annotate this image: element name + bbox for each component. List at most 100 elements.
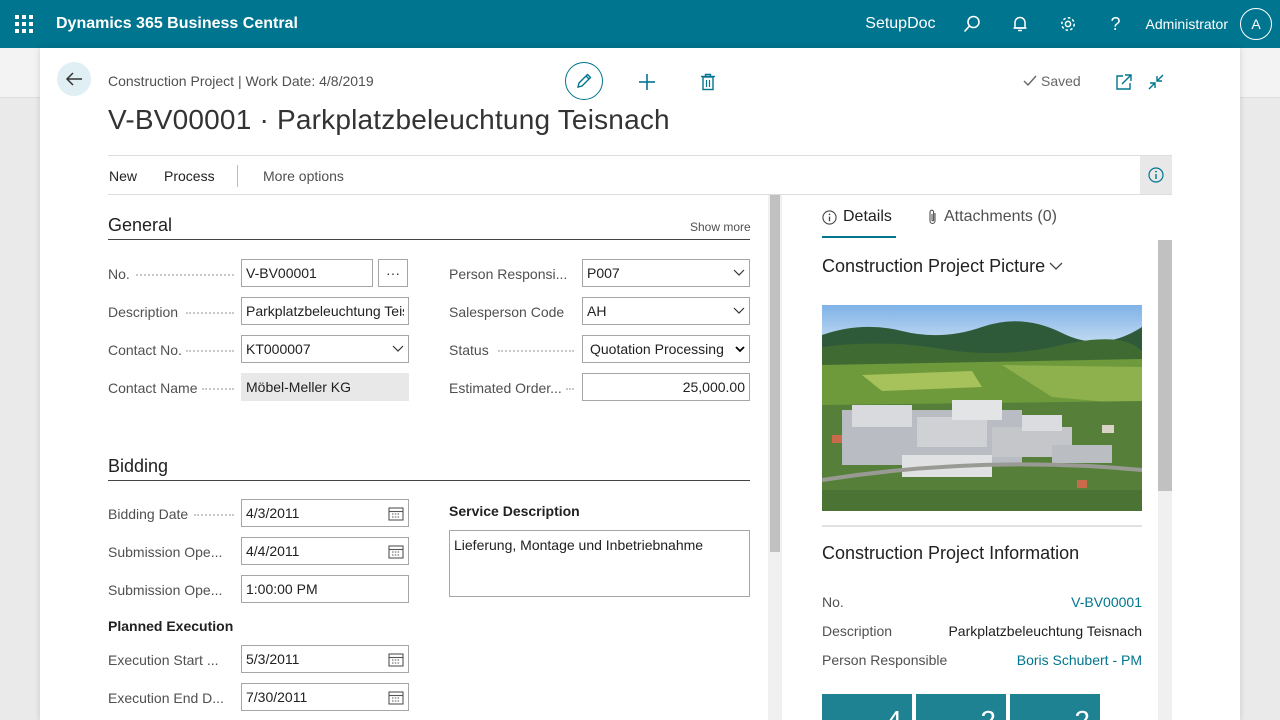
service-description-textarea[interactable]: Lieferung, Montage und Inbetriebnahme xyxy=(449,530,750,597)
contact-name-field: Möbel-Meller KG xyxy=(241,373,409,401)
chevron-down-icon xyxy=(733,307,745,314)
cue-tile-2[interactable]: 2 xyxy=(916,694,1006,720)
collapse-icon xyxy=(1148,74,1164,90)
no-assist-button[interactable]: ··· xyxy=(378,259,408,287)
status-label: Status xyxy=(449,342,489,358)
contact-name-label: Contact Name xyxy=(108,380,198,396)
app-launcher-button[interactable] xyxy=(0,0,48,48)
collapse-button[interactable] xyxy=(1145,71,1167,93)
fb-description-value: Parkplatzbeleuchtung Teisnach xyxy=(948,623,1142,639)
general-divider xyxy=(108,239,750,240)
delete-button[interactable] xyxy=(696,70,720,94)
user-name[interactable]: Administrator xyxy=(1146,16,1228,32)
fb-description-label: Description xyxy=(822,623,893,639)
action-new[interactable]: New xyxy=(109,168,137,184)
tab-attachments-label: Attachments (0) xyxy=(944,208,1057,225)
general-section-title[interactable]: General xyxy=(108,215,172,236)
estimated-order-value: 25,000.00 xyxy=(682,379,745,395)
notifications-button[interactable] xyxy=(996,0,1044,48)
no-field[interactable]: V-BV00001 xyxy=(241,259,373,287)
status-select[interactable]: Quotation Processing xyxy=(582,335,750,363)
form-scrollbar-thumb[interactable] xyxy=(770,195,780,552)
bell-icon xyxy=(1013,16,1027,32)
plus-icon xyxy=(639,74,655,90)
leader-dots xyxy=(136,274,234,276)
execution-end-field[interactable]: 7/30/2011 xyxy=(241,683,409,711)
gear-icon xyxy=(1060,17,1075,31)
tab-details-label: Details xyxy=(843,208,892,225)
salesperson-field[interactable]: AH xyxy=(582,297,750,325)
contact-no-field[interactable]: KT000007 xyxy=(241,335,409,363)
edit-button[interactable] xyxy=(565,62,603,100)
bidding-date-value: 4/3/2011 xyxy=(246,505,300,521)
factbox-toggle-button[interactable] xyxy=(1140,156,1172,194)
estimated-order-label: Estimated Order... xyxy=(449,380,562,396)
contact-no-label: Contact No. xyxy=(108,342,182,358)
info-icon xyxy=(1148,167,1164,183)
execution-start-field[interactable]: 5/3/2011 xyxy=(241,645,409,673)
action-bar: New Process More options xyxy=(108,155,1172,195)
settings-button[interactable] xyxy=(1044,0,1092,48)
action-process[interactable]: Process xyxy=(164,168,215,184)
action-more-options[interactable]: More options xyxy=(263,168,344,184)
tab-details-underline xyxy=(822,236,896,238)
contact-name-value: Möbel-Meller KG xyxy=(246,379,352,395)
no-value: V-BV00001 xyxy=(246,265,317,281)
form-scrollbar[interactable] xyxy=(768,195,782,720)
tab-details[interactable]: Details xyxy=(822,208,892,226)
description-label: Description xyxy=(108,304,179,320)
picture-heading-label: Construction Project Picture xyxy=(822,256,1046,276)
execution-start-value: 5/3/2011 xyxy=(246,651,300,667)
calendar-icon[interactable] xyxy=(388,506,404,521)
submission-open-time-value: 1:00:00 PM xyxy=(246,581,318,597)
fb-person-value[interactable]: Boris Schubert - PM xyxy=(1017,652,1142,668)
company-name[interactable]: SetupDoc xyxy=(865,15,935,33)
top-bar: Dynamics 365 Business Central SetupDoc ?… xyxy=(0,0,1280,48)
estimated-order-field[interactable]: 25,000.00 xyxy=(582,373,750,401)
tab-attachments[interactable]: Attachments (0) xyxy=(928,208,1057,226)
submission-open-time-field[interactable]: 1:00:00 PM xyxy=(241,575,409,603)
waffle-icon xyxy=(15,15,33,33)
back-button[interactable] xyxy=(57,62,91,96)
submission-open-date-label: Submission Ope... xyxy=(108,544,223,560)
factbox-scrollbar-thumb[interactable] xyxy=(1158,240,1172,491)
submission-open-date-field[interactable]: 4/4/2011 xyxy=(241,537,409,565)
status-value: Quotation Processing xyxy=(590,341,724,357)
execution-end-value: 7/30/2011 xyxy=(246,689,308,705)
calendar-icon[interactable] xyxy=(388,690,404,705)
search-button[interactable] xyxy=(948,0,996,48)
submission-open-time-label: Submission Ope... xyxy=(108,582,223,598)
person-responsible-field[interactable]: P007 xyxy=(582,259,750,287)
leader-dots xyxy=(186,312,234,314)
open-new-window-button[interactable] xyxy=(1113,71,1135,93)
project-picture xyxy=(822,305,1142,511)
search-icon xyxy=(963,15,980,33)
fb-no-value[interactable]: V-BV00001 xyxy=(1071,594,1142,610)
chevron-down-icon xyxy=(1049,262,1063,270)
leader-dots xyxy=(202,388,234,390)
factbox-scrollbar[interactable] xyxy=(1158,240,1172,720)
cue-tile-1[interactable]: 4 xyxy=(822,694,912,720)
app-title: Dynamics 365 Business Central xyxy=(56,15,298,32)
bidding-date-field[interactable]: 4/3/2011 xyxy=(241,499,409,527)
planned-execution-heading: Planned Execution xyxy=(108,618,234,634)
calendar-icon[interactable] xyxy=(388,652,404,667)
chevron-down-icon xyxy=(735,345,745,352)
description-field[interactable]: Parkplatzbeleuchtung Teisnach xyxy=(241,297,409,325)
calendar-icon[interactable] xyxy=(388,544,404,559)
cue-tile-3[interactable]: 2 xyxy=(1010,694,1100,720)
show-more-link[interactable]: Show more xyxy=(690,220,751,234)
picture-heading[interactable]: Construction Project Picture xyxy=(822,256,1063,277)
bidding-date-label: Bidding Date xyxy=(108,506,189,522)
saved-status: Saved xyxy=(1023,73,1081,89)
description-value: Parkplatzbeleuchtung Teisnach xyxy=(246,303,404,319)
new-button[interactable] xyxy=(635,70,659,94)
project-info-heading[interactable]: Construction Project Information xyxy=(822,543,1079,564)
page-card: Construction Project | Work Date: 4/8/20… xyxy=(40,48,1240,720)
leader-dots xyxy=(566,388,574,390)
breadcrumb: Construction Project | Work Date: 4/8/20… xyxy=(108,73,374,89)
help-button[interactable]: ? xyxy=(1092,0,1140,48)
chevron-down-icon xyxy=(392,345,404,352)
bidding-section-title[interactable]: Bidding xyxy=(108,456,168,477)
avatar[interactable]: A xyxy=(1240,8,1272,40)
